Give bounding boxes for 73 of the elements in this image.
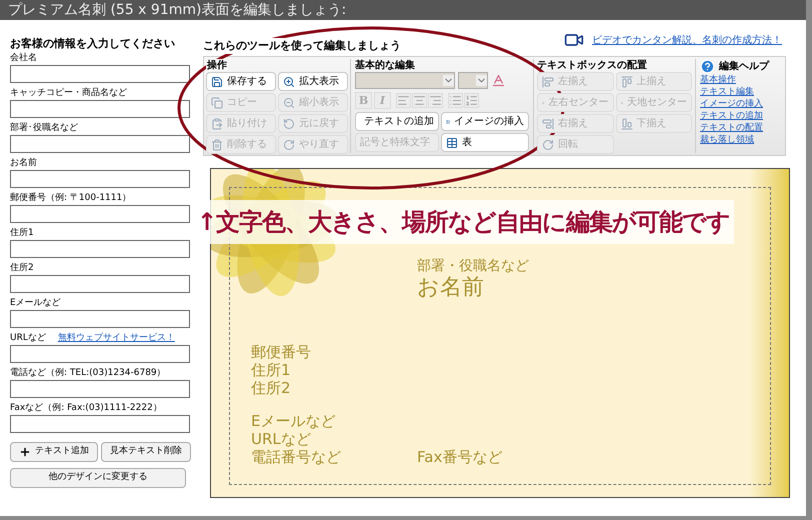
card-text: URLなど [251, 432, 311, 447]
toolbar-button[interactable]: イメージの挿入 [441, 112, 529, 131]
input-field[interactable] [10, 65, 190, 83]
caret-icon [476, 75, 487, 86]
input-field[interactable] [10, 170, 190, 188]
input-field[interactable] [10, 205, 190, 223]
paste-icon [211, 118, 223, 130]
help-link[interactable]: テキストの配置 [700, 122, 779, 134]
card-text: 住所2 [251, 381, 291, 396]
toolbar-button[interactable]: テキストの追加 [355, 112, 439, 131]
card-text: Eメールなど [251, 414, 336, 429]
card-text: 郵便番号 [251, 345, 311, 360]
help-link[interactable]: イメージの挿入 [700, 98, 779, 110]
help-link[interactable]: 基本操作 [700, 74, 779, 86]
align-left-icon [542, 76, 554, 88]
input-field[interactable] [10, 135, 190, 153]
input-field[interactable] [10, 310, 190, 328]
form-heading: お客様の情報を入力してください [10, 37, 176, 51]
align-bottom-icon [620, 118, 632, 130]
field-label: Eメールなど [10, 296, 61, 310]
card-text: 部署・役職名など [417, 259, 529, 273]
tools-heading: これらのツールを使って編集しましょう [203, 38, 401, 54]
undo-icon [283, 118, 295, 130]
section-title: テキストボックスの配置 [537, 59, 648, 72]
table-icon [446, 136, 458, 148]
field-label: キャッチコピー・商品名など [10, 86, 127, 100]
section-title: 編集ヘルプ [719, 59, 769, 74]
field-label: 部署･役職名など [10, 122, 78, 134]
help-link[interactable]: テキスト編集 [700, 86, 779, 98]
input-field[interactable] [10, 240, 190, 258]
input-field[interactable] [10, 275, 190, 293]
zoom-out-icon [283, 96, 295, 108]
card-text: Fax番号など [417, 450, 502, 465]
align-right-icon [542, 118, 554, 130]
copy-icon [211, 96, 223, 108]
caret-icon [443, 75, 454, 86]
card-text: 電話番号など [251, 450, 341, 465]
input-field[interactable] [10, 380, 190, 398]
save-icon [211, 76, 223, 88]
form-button[interactable]: テキスト追加 [10, 442, 98, 462]
change-design-button[interactable]: 他のデザインに変更する [10, 468, 186, 488]
field-label: 電話など（例: TEL:(03)1234-6789） [10, 366, 166, 380]
input-field[interactable] [10, 345, 190, 363]
input-field[interactable] [10, 415, 190, 433]
help-link[interactable]: 裁ち落し領域 [700, 134, 779, 146]
help-link[interactable]: テキストの追加 [700, 110, 779, 122]
link[interactable]: 無料ウェブサイトサービス！ [58, 332, 175, 345]
input-field[interactable] [10, 100, 190, 118]
field-label: 郵便番号（例: 〒100-1111） [10, 192, 132, 204]
help-icon [700, 59, 715, 74]
text-color-icon[interactable] [491, 73, 506, 88]
card-text: お名前 [417, 277, 484, 299]
field-label: 住所2 [10, 262, 34, 274]
field-label: URLなど [10, 332, 46, 344]
field-label: Faxなど（例: Fax:(03)1111-2222） [10, 402, 162, 414]
field-label: 住所1 [10, 226, 34, 240]
plus-icon [19, 446, 31, 458]
toolbar-button[interactable]: 表 [441, 133, 529, 152]
toolbar-button[interactable]: 拡大表示 [278, 72, 348, 91]
card-text: 住所1 [251, 363, 291, 378]
trash-icon [211, 138, 223, 150]
toolbar-button[interactable]: 保存する [206, 72, 276, 91]
section-title: 基本的な編集 [355, 59, 416, 72]
video-link[interactable]: ビデオでカンタン解説、名刺の作成方法！ [592, 32, 782, 48]
field-label: 会社名 [10, 52, 37, 64]
window-title: プレミアム名刺 (55 x 91mm)表面を編集しましょう: [0, 0, 806, 20]
field-label: お名前 [10, 156, 37, 170]
redo-icon [283, 138, 295, 150]
align-top-icon [620, 76, 632, 88]
zoom-in-icon [283, 76, 295, 88]
rotate-icon [542, 138, 554, 150]
section-title: 操作 [206, 59, 228, 72]
form-button[interactable]: 見本テキスト削除 [101, 442, 191, 462]
